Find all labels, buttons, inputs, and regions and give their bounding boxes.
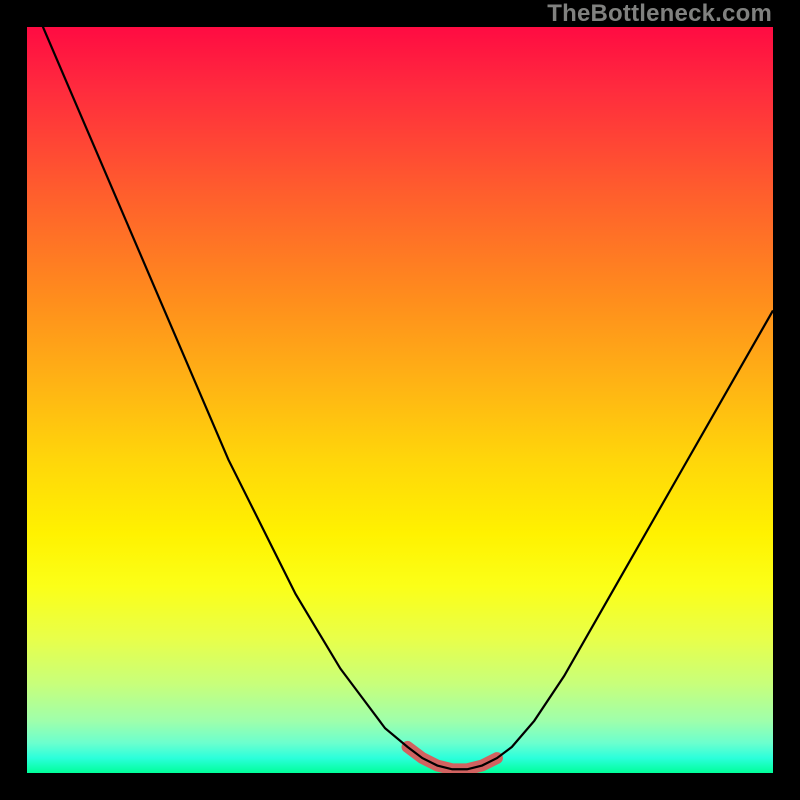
chart-frame: TheBottleneck.com <box>0 0 800 800</box>
curve-line <box>27 27 773 769</box>
watermark-text: TheBottleneck.com <box>547 0 772 28</box>
v-curve-plot <box>27 27 773 773</box>
plot-area <box>27 27 773 773</box>
